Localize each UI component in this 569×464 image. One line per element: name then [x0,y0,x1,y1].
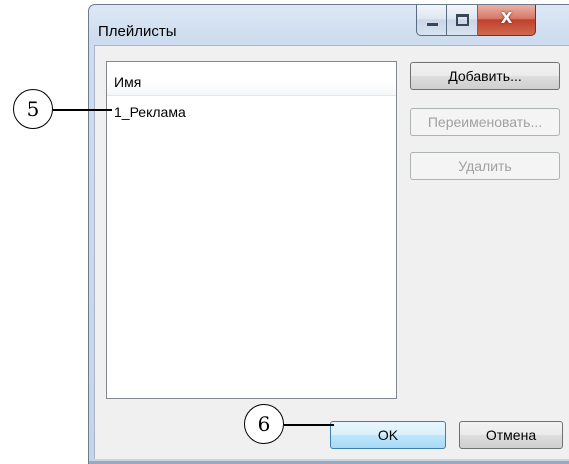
cancel-button[interactable]: Отмена [459,421,563,449]
close-button[interactable]: X [478,5,536,36]
minimize-button[interactable] [416,5,447,36]
playlist-list[interactable]: Имя 1_Реклама [106,61,397,399]
delete-button[interactable]: Удалить [410,152,560,180]
maximize-button[interactable] [447,5,478,36]
caption-buttons: X [416,5,536,36]
playlists-dialog: Плейлисты X Имя 1_Реклама Добавить... Пе… [88,4,569,464]
callout-5: 5 [13,89,53,129]
minimize-icon [427,23,438,26]
callout-6: 6 [244,404,284,444]
ok-button[interactable]: OK [330,421,446,449]
column-header-name[interactable]: Имя [107,62,396,96]
window-title: Плейлисты [98,23,177,40]
maximize-icon [456,14,469,26]
close-icon: X [500,9,513,27]
add-button[interactable]: Добавить... [410,62,560,90]
rename-button[interactable]: Переименовать... [410,108,560,136]
callout-6-leader-line [284,424,334,426]
list-item[interactable]: 1_Реклама [107,96,396,120]
callout-5-leader-line [53,109,112,111]
dialog-client-area: Имя 1_Реклама Добавить... Переименовать.… [94,45,569,459]
